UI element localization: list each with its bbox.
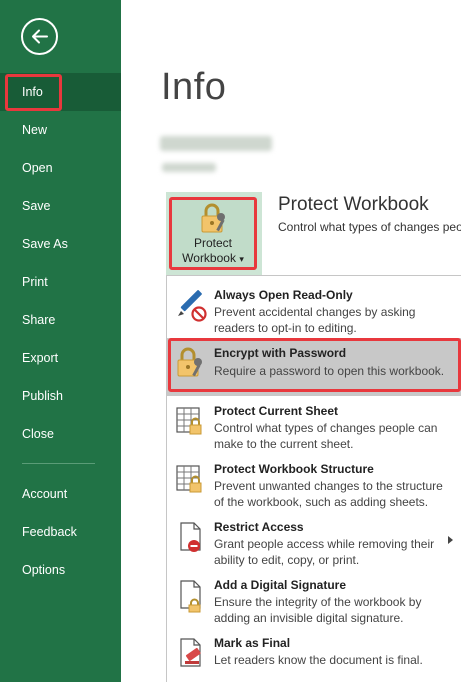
menu-item-desc: Let readers know the document is final.	[214, 653, 423, 667]
pencil-no-icon	[178, 290, 207, 322]
menu-item-title: Add a Digital Signature	[214, 578, 347, 592]
info-highlight-box	[5, 74, 62, 111]
menu-item-title: Protect Current Sheet	[214, 404, 339, 418]
menu-item-restrict-access[interactable]: Restrict Access Grant people access whil…	[167, 512, 461, 570]
menu-item-mark-as-final[interactable]: Mark as Final Let readers know the docum…	[167, 628, 461, 682]
protect-workbook-menu: Always Open Read-Only Prevent accidental…	[166, 275, 461, 682]
menu-item-title: Protect Workbook Structure	[214, 462, 374, 476]
sidebar-item-options[interactable]: Options	[0, 551, 121, 589]
sidebar-item-share[interactable]: Share	[0, 301, 121, 339]
sidebar-item-account[interactable]: Account	[0, 475, 121, 513]
submenu-arrow-icon	[448, 536, 453, 544]
lock-key-icon	[201, 203, 225, 233]
menu-item-always-open-read-only[interactable]: Always Open Read-Only Prevent accidental…	[167, 280, 461, 338]
sidebar-item-new[interactable]: New	[0, 111, 121, 149]
workbook-lock-icon	[176, 465, 202, 493]
protect-workbook-button[interactable]: Protect Workbook ▾	[169, 197, 257, 270]
menu-item-desc: Grant people access while removing their…	[214, 537, 435, 567]
protect-button-label-2: Workbook ▾	[172, 251, 254, 266]
protect-button-label: Protect	[193, 236, 232, 250]
sidebar-item-publish[interactable]: Publish	[0, 377, 121, 415]
backstage-sidebar: Info New Open Save Save As Print Share E…	[0, 0, 121, 682]
sheet-lock-icon	[176, 407, 202, 435]
menu-item-desc: Prevent unwanted changes to the structur…	[214, 479, 443, 509]
sidebar-item-open[interactable]: Open	[0, 149, 121, 187]
menu-item-title: Mark as Final	[214, 636, 291, 650]
chevron-down-icon: ▾	[239, 254, 244, 264]
sidebar-divider	[22, 463, 95, 464]
menu-item-protect-workbook-structure[interactable]: Protect Workbook Structure Prevent unwan…	[167, 454, 461, 512]
sidebar-item-export[interactable]: Export	[0, 339, 121, 377]
page-title: Info	[161, 66, 227, 108]
blurred-workbook-path	[162, 163, 216, 172]
restrict-access-icon	[180, 522, 201, 552]
sidebar-item-close[interactable]: Close	[0, 415, 121, 453]
menu-item-desc: Prevent accidental changes by asking rea…	[214, 305, 416, 335]
blurred-workbook-name	[160, 136, 272, 151]
menu-item-title: Always Open Read-Only	[214, 288, 353, 302]
signature-icon	[180, 580, 201, 613]
menu-item-desc: Control what types of changes people can…	[214, 421, 438, 451]
mark-final-icon	[180, 638, 201, 667]
sidebar-item-save[interactable]: Save	[0, 187, 121, 225]
menu-item-protect-current-sheet[interactable]: Protect Current Sheet Control what types…	[167, 396, 461, 454]
menu-item-desc: Ensure the integrity of the workbook by …	[214, 595, 422, 625]
section-description: Control what types of changes peo	[278, 220, 461, 234]
menu-item-add-digital-signature[interactable]: Add a Digital Signature Ensure the integ…	[167, 570, 461, 628]
back-arrow-icon[interactable]	[21, 18, 58, 55]
sidebar-item-save-as[interactable]: Save As	[0, 225, 121, 263]
menu-item-title: Restrict Access	[214, 520, 304, 534]
encrypt-highlight-box	[168, 338, 461, 392]
protect-button-label-text: Workbook	[182, 251, 236, 265]
sidebar-item-feedback[interactable]: Feedback	[0, 513, 121, 551]
section-title: Protect Workbook	[278, 194, 429, 215]
sidebar-item-print[interactable]: Print	[0, 263, 121, 301]
